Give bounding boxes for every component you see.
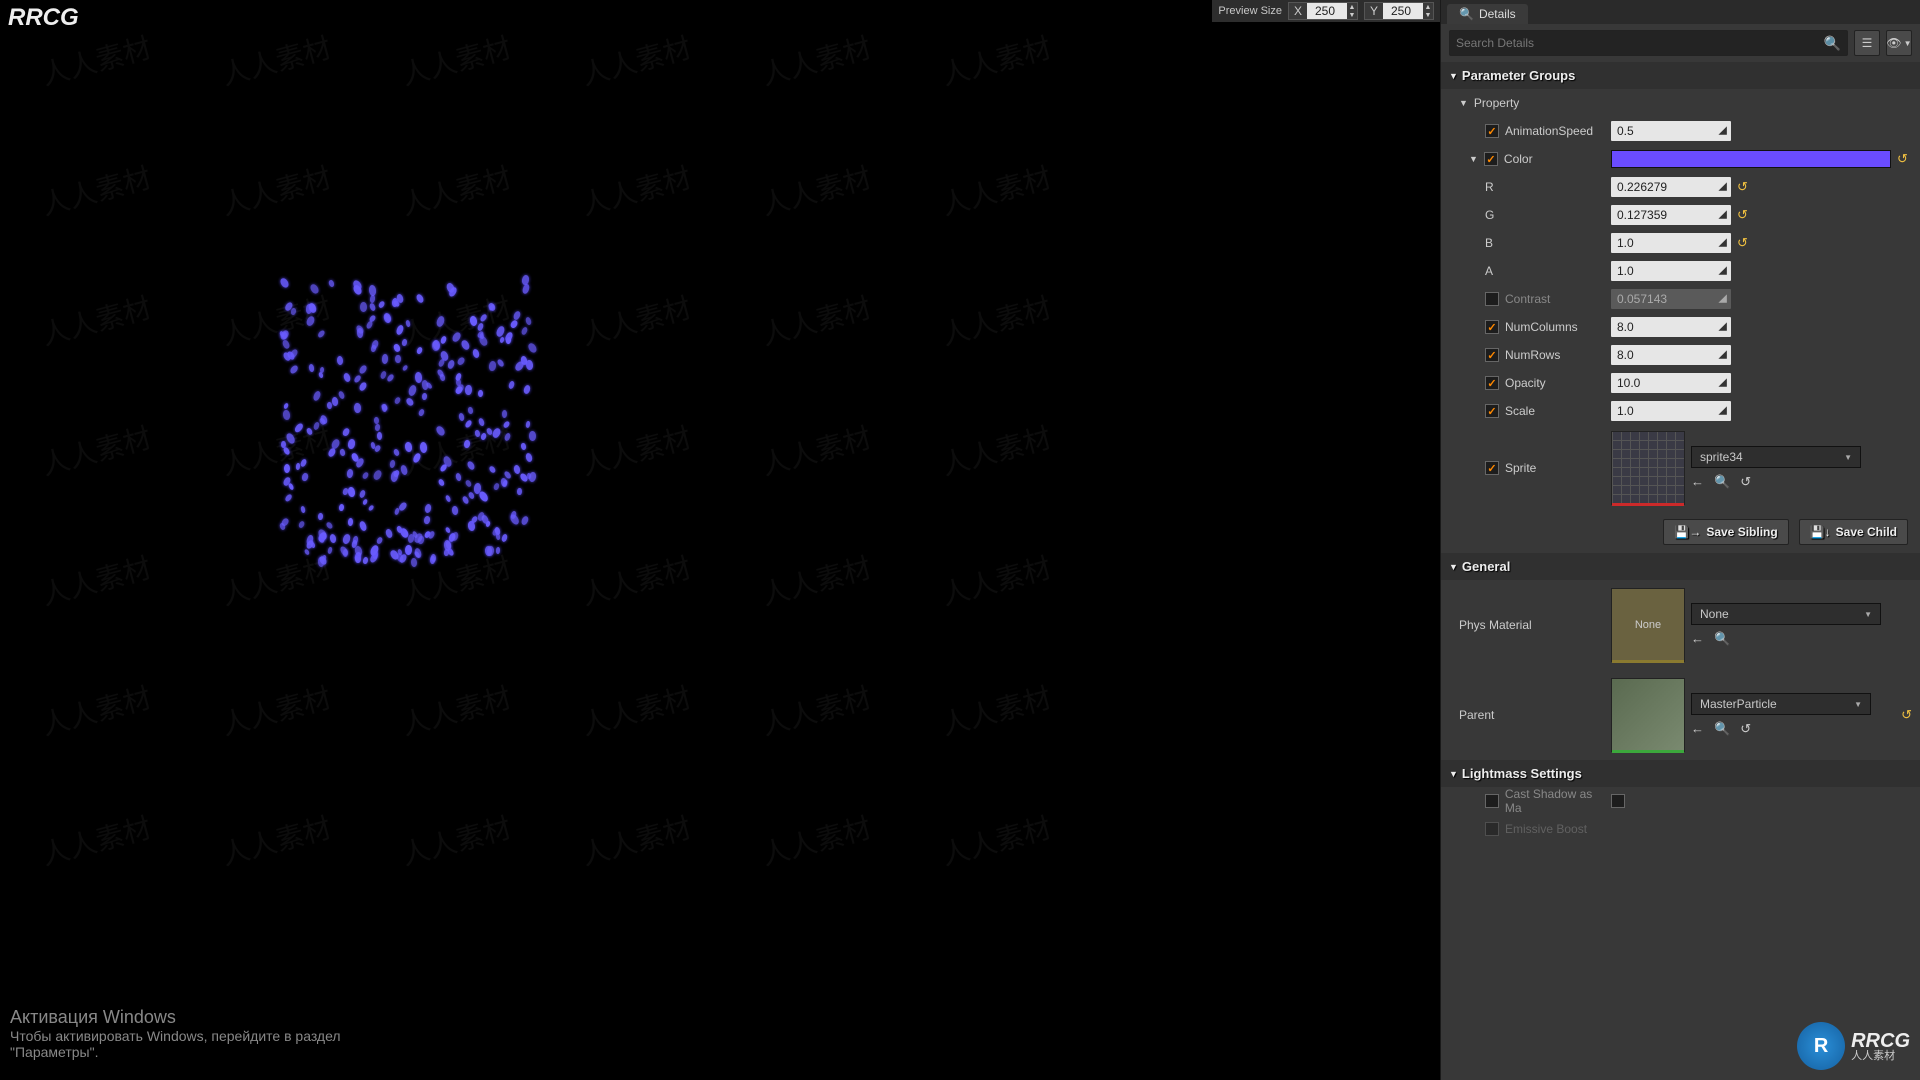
sprite-thumbnail[interactable]: [1611, 431, 1685, 505]
save-sibling-button[interactable]: 💾→Save Sibling: [1663, 519, 1788, 545]
reset-icon[interactable]: ↺: [1740, 474, 1751, 490]
input-numcolumns[interactable]: 8.0: [1611, 317, 1731, 337]
spinner-y[interactable]: ▲▼: [1423, 3, 1433, 19]
label-parent: Parent: [1459, 708, 1494, 722]
input-color-g[interactable]: 0.127359: [1611, 205, 1731, 225]
chevron-down-icon: ▼: [1844, 453, 1852, 462]
axis-x-label: X: [1289, 3, 1307, 19]
label-scale: Scale: [1505, 404, 1535, 418]
use-selected-icon[interactable]: ←: [1691, 631, 1704, 647]
label-contrast: Contrast: [1505, 292, 1550, 306]
input-contrast: 0.057143: [1611, 289, 1731, 309]
rrcg-logo: R RRCG 人人素材: [1797, 1022, 1910, 1070]
input-color-a[interactable]: 1.0: [1611, 261, 1731, 281]
save-icon: 💾↓: [1810, 525, 1831, 539]
checkbox-opacity[interactable]: [1485, 376, 1499, 390]
sprite-select[interactable]: sprite34 ▼: [1691, 446, 1861, 468]
input-color-b[interactable]: 1.0: [1611, 233, 1731, 253]
label-opacity: Opacity: [1505, 376, 1546, 390]
collapse-icon: ▼: [1449, 71, 1458, 81]
use-selected-icon[interactable]: ←: [1691, 474, 1704, 490]
phys-material-thumbnail[interactable]: None: [1611, 588, 1685, 662]
label-emissive: Emissive Boost: [1505, 822, 1587, 836]
label-numrows: NumRows: [1505, 348, 1560, 362]
details-scroll[interactable]: ▼ Parameter Groups ▼ Property AnimationS…: [1441, 62, 1920, 1080]
checkbox-contrast[interactable]: [1485, 292, 1499, 306]
use-selected-icon[interactable]: ←: [1691, 721, 1704, 737]
section-general[interactable]: ▼ General: [1441, 553, 1920, 580]
chevron-down-icon: ▼: [1864, 610, 1872, 619]
label-color: Color: [1504, 152, 1533, 166]
details-panel: 🔍Details Search Details 🔍 ☰ 👁▼ ▼ Paramet…: [1440, 0, 1920, 1080]
checkbox-cast-shadow-value[interactable]: [1611, 794, 1625, 808]
preview-size-label: Preview Size: [1218, 5, 1282, 17]
preview-x-input[interactable]: X 250 ▲▼: [1288, 2, 1358, 20]
collapse-icon: ▼: [1449, 562, 1458, 572]
browse-icon[interactable]: 🔍: [1714, 721, 1730, 737]
input-opacity[interactable]: 10.0: [1611, 373, 1731, 393]
browse-icon[interactable]: 🔍: [1714, 474, 1730, 490]
label-g: G: [1485, 208, 1494, 222]
axis-y-label: Y: [1365, 3, 1383, 19]
material-preview-viewport[interactable]: RRCG Preview Size X 250 ▲▼ Y 250 ▲▼ 人人素材…: [0, 0, 1440, 1080]
search-input[interactable]: Search Details 🔍: [1449, 30, 1848, 56]
windows-activation-notice: Активация Windows Чтобы активировать Win…: [10, 1007, 341, 1060]
section-parameter-groups[interactable]: ▼ Parameter Groups: [1441, 62, 1920, 89]
reset-icon[interactable]: ↺: [1737, 207, 1748, 223]
visibility-button[interactable]: 👁▼: [1886, 30, 1912, 56]
collapse-icon[interactable]: ▼: [1459, 98, 1468, 108]
grid-view-button[interactable]: ☰: [1854, 30, 1880, 56]
label-r: R: [1485, 180, 1494, 194]
tab-details[interactable]: 🔍Details: [1447, 4, 1528, 24]
parent-select[interactable]: MasterParticle ▼: [1691, 693, 1871, 715]
label-animationspeed: AnimationSpeed: [1505, 124, 1593, 138]
chevron-down-icon: ▼: [1904, 39, 1912, 48]
eye-icon: 👁: [1886, 36, 1901, 50]
input-color-r[interactable]: 0.226279: [1611, 177, 1731, 197]
label-numcolumns: NumColumns: [1505, 320, 1578, 334]
spinner-x[interactable]: ▲▼: [1347, 3, 1357, 19]
checkbox-scale[interactable]: [1485, 404, 1499, 418]
label-phys-material: Phys Material: [1459, 618, 1532, 632]
brand-top-left: RRCG: [8, 4, 79, 32]
search-icon: 🔍: [1824, 35, 1841, 52]
browse-icon[interactable]: 🔍: [1714, 631, 1730, 647]
reset-icon[interactable]: ↺: [1737, 179, 1748, 195]
label-b: B: [1485, 236, 1493, 250]
checkbox-cast-shadow[interactable]: [1485, 794, 1499, 808]
reset-icon[interactable]: ↺: [1901, 707, 1912, 723]
label-sprite: Sprite: [1505, 461, 1536, 475]
checkbox-animationspeed[interactable]: [1485, 124, 1499, 138]
checkbox-sprite[interactable]: [1485, 461, 1499, 475]
preview-size-bar: Preview Size X 250 ▲▼ Y 250 ▲▼: [1212, 0, 1440, 22]
particle-preview: [280, 275, 540, 565]
parent-thumbnail[interactable]: [1611, 678, 1685, 752]
input-numrows[interactable]: 8.0: [1611, 345, 1731, 365]
save-child-button[interactable]: 💾↓Save Child: [1799, 519, 1908, 545]
checkbox-numrows[interactable]: [1485, 348, 1499, 362]
preview-y-input[interactable]: Y 250 ▲▼: [1364, 2, 1434, 20]
tab-bar: 🔍Details: [1441, 0, 1920, 24]
chevron-down-icon: ▼: [1854, 700, 1862, 709]
search-icon: 🔍: [1459, 7, 1474, 21]
checkbox-emissive[interactable]: [1485, 822, 1499, 836]
collapse-icon[interactable]: ▼: [1469, 154, 1478, 164]
input-scale[interactable]: 1.0: [1611, 401, 1731, 421]
checkbox-color[interactable]: [1484, 152, 1498, 166]
section-lightmass[interactable]: ▼ Lightmass Settings: [1441, 760, 1920, 787]
save-icon: 💾→: [1674, 525, 1701, 539]
label-cast-shadow: Cast Shadow as Ma: [1505, 787, 1611, 815]
reset-icon[interactable]: ↺: [1740, 721, 1751, 737]
checkbox-numcolumns[interactable]: [1485, 320, 1499, 334]
collapse-icon: ▼: [1449, 769, 1458, 779]
input-animationspeed[interactable]: 0.5: [1611, 121, 1731, 141]
property-group-label: Property: [1474, 96, 1519, 110]
reset-icon[interactable]: ↺: [1737, 235, 1748, 251]
reset-icon[interactable]: ↺: [1897, 151, 1908, 167]
phys-material-select[interactable]: None ▼: [1691, 603, 1881, 625]
label-a: A: [1485, 264, 1493, 278]
color-swatch[interactable]: [1611, 150, 1891, 168]
